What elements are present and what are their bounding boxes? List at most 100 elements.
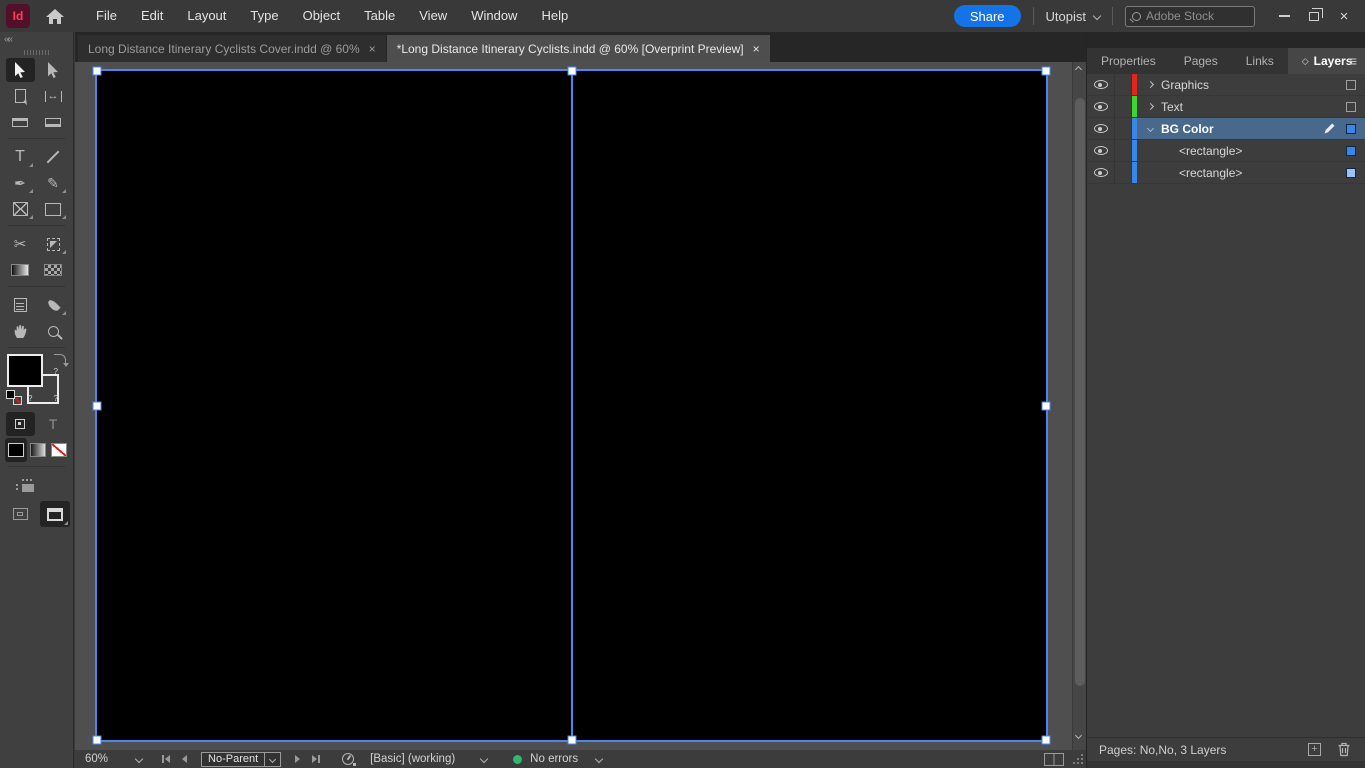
page-number-combo[interactable]: No-Parent bbox=[201, 751, 282, 767]
menu-item-window[interactable]: Window bbox=[459, 0, 529, 32]
gradient-feather-tool[interactable] bbox=[39, 258, 68, 282]
apply-color-button[interactable] bbox=[4, 438, 27, 462]
free-transform-tool[interactable] bbox=[39, 232, 68, 256]
collapse-panel-icon[interactable]: «« bbox=[4, 34, 13, 45]
selection-handle-mid-left[interactable] bbox=[92, 401, 102, 410]
vertical-scrollbar[interactable] bbox=[1072, 62, 1086, 750]
visibility-toggle[interactable] bbox=[1087, 118, 1115, 139]
layer-target-square[interactable] bbox=[1346, 101, 1356, 112]
document-tab[interactable]: Long Distance Itinerary Cyclists Cover.i… bbox=[78, 35, 386, 62]
tab-properties[interactable]: Properties bbox=[1087, 48, 1170, 74]
selection-tool[interactable] bbox=[5, 58, 35, 82]
minimize-button[interactable] bbox=[1269, 3, 1299, 29]
fill-swatch[interactable] bbox=[7, 354, 43, 387]
selection-handle-top-left[interactable] bbox=[92, 66, 102, 76]
apply-gradient-button[interactable] bbox=[28, 438, 48, 462]
lock-toggle[interactable] bbox=[1115, 140, 1132, 161]
layer-row-text[interactable]: Text bbox=[1087, 96, 1365, 118]
menu-item-help[interactable]: Help bbox=[529, 0, 580, 32]
rectangle-tool[interactable] bbox=[39, 197, 68, 221]
item-selected-square[interactable] bbox=[1346, 167, 1356, 178]
panel-menu-icon[interactable]: ≡ bbox=[1349, 48, 1357, 74]
type-tool[interactable]: T bbox=[6, 145, 35, 169]
layer-row-graphics[interactable]: Graphics bbox=[1087, 74, 1365, 96]
menu-item-type[interactable]: Type bbox=[238, 0, 290, 32]
item-selected-square[interactable] bbox=[1346, 145, 1356, 156]
tab-pages[interactable]: Pages bbox=[1170, 48, 1232, 74]
restore-button[interactable] bbox=[1299, 3, 1329, 29]
window-resize-grip[interactable] bbox=[1073, 753, 1083, 764]
home-button[interactable] bbox=[46, 8, 64, 24]
visibility-toggle[interactable] bbox=[1087, 162, 1115, 183]
formatting-affects-container-button[interactable] bbox=[5, 412, 35, 436]
spread-view-icon[interactable] bbox=[1044, 752, 1064, 766]
delete-layer-button[interactable] bbox=[1337, 742, 1351, 757]
view-options-button[interactable] bbox=[10, 473, 39, 497]
page-dropdown-button[interactable] bbox=[264, 752, 280, 766]
pencil-tool[interactable]: ✎ bbox=[39, 171, 68, 195]
frame-tool[interactable] bbox=[6, 197, 35, 221]
close-tab-icon[interactable]: × bbox=[753, 42, 760, 56]
pen-tool[interactable]: ✒ bbox=[6, 171, 35, 195]
layer-row-rectangle-2[interactable]: <rectangle> bbox=[1087, 162, 1365, 184]
selection-handle-bottom-right[interactable] bbox=[1041, 735, 1051, 745]
preview-mode-button[interactable] bbox=[8, 502, 32, 526]
default-fill-stroke-icon[interactable] bbox=[6, 390, 22, 405]
preflight-status-dropdown-icon[interactable] bbox=[594, 754, 604, 764]
zoom-dropdown-icon[interactable] bbox=[134, 754, 144, 764]
selection-handle-mid-right[interactable] bbox=[1041, 401, 1051, 410]
color-theme-tool[interactable] bbox=[39, 293, 68, 317]
expand-layer-icon[interactable] bbox=[1141, 102, 1159, 111]
indesign-logo-icon[interactable]: Id bbox=[6, 4, 30, 28]
workspace-switcher[interactable]: Utopist bbox=[1046, 9, 1102, 24]
page-left-rectangle[interactable] bbox=[97, 71, 571, 740]
visibility-toggle[interactable] bbox=[1087, 140, 1115, 161]
menu-item-view[interactable]: View bbox=[407, 0, 459, 32]
lock-toggle[interactable] bbox=[1115, 96, 1132, 117]
direct-selection-tool[interactable] bbox=[39, 58, 68, 82]
menu-item-edit[interactable]: Edit bbox=[129, 0, 175, 32]
lock-toggle[interactable] bbox=[1115, 162, 1132, 183]
preflight-gauge-icon[interactable] bbox=[342, 753, 357, 766]
apply-none-button[interactable] bbox=[49, 438, 69, 462]
menu-item-object[interactable]: Object bbox=[291, 0, 353, 32]
previous-spread-button[interactable] bbox=[182, 755, 188, 763]
preflight-status-label[interactable]: No errors bbox=[530, 753, 578, 765]
menu-item-layout[interactable]: Layout bbox=[175, 0, 238, 32]
next-spread-button[interactable] bbox=[295, 755, 301, 763]
selection-handle-top-center[interactable] bbox=[567, 66, 576, 76]
lock-toggle[interactable] bbox=[1115, 74, 1132, 95]
layer-name[interactable]: Text bbox=[1161, 100, 1183, 114]
page-right-rectangle[interactable] bbox=[572, 71, 1046, 740]
page-tool[interactable] bbox=[6, 84, 35, 108]
content-placer-tool[interactable] bbox=[39, 110, 68, 134]
zoom-tool[interactable] bbox=[39, 319, 68, 343]
hand-tool[interactable] bbox=[6, 319, 35, 343]
zoom-level-value[interactable]: 60% bbox=[85, 753, 108, 765]
gradient-swatch-tool[interactable] bbox=[6, 258, 35, 282]
adobe-stock-search-input[interactable]: Adobe Stock bbox=[1125, 5, 1255, 27]
share-button[interactable]: Share bbox=[953, 5, 1021, 27]
selected-spread[interactable] bbox=[92, 66, 1051, 745]
layer-row-bg-color[interactable]: BG Color bbox=[1087, 118, 1365, 140]
close-tab-icon[interactable]: × bbox=[369, 42, 376, 56]
layer-name[interactable]: BG Color bbox=[1161, 122, 1214, 136]
scroll-up-icon[interactable] bbox=[1074, 65, 1083, 74]
swap-fill-stroke-icon[interactable] bbox=[54, 354, 69, 367]
menu-item-table[interactable]: Table bbox=[352, 0, 407, 32]
collapse-layer-icon[interactable] bbox=[1141, 124, 1159, 133]
selection-handle-bottom-center[interactable] bbox=[567, 735, 576, 745]
last-spread-button[interactable] bbox=[312, 755, 321, 763]
layer-selected-square[interactable] bbox=[1346, 123, 1356, 134]
expand-layer-icon[interactable] bbox=[1141, 80, 1159, 89]
new-layer-button[interactable]: + bbox=[1308, 743, 1321, 756]
document-canvas[interactable] bbox=[75, 62, 1086, 750]
selection-handle-bottom-left[interactable] bbox=[92, 735, 102, 745]
visibility-toggle[interactable] bbox=[1087, 96, 1115, 117]
note-tool[interactable] bbox=[6, 293, 35, 317]
content-collector-tool[interactable] bbox=[6, 110, 35, 134]
tab-links[interactable]: Links bbox=[1232, 48, 1288, 74]
layer-target-square[interactable] bbox=[1346, 79, 1356, 90]
line-tool[interactable] bbox=[39, 145, 68, 169]
preflight-profile-label[interactable]: [Basic] (working) bbox=[370, 753, 455, 765]
